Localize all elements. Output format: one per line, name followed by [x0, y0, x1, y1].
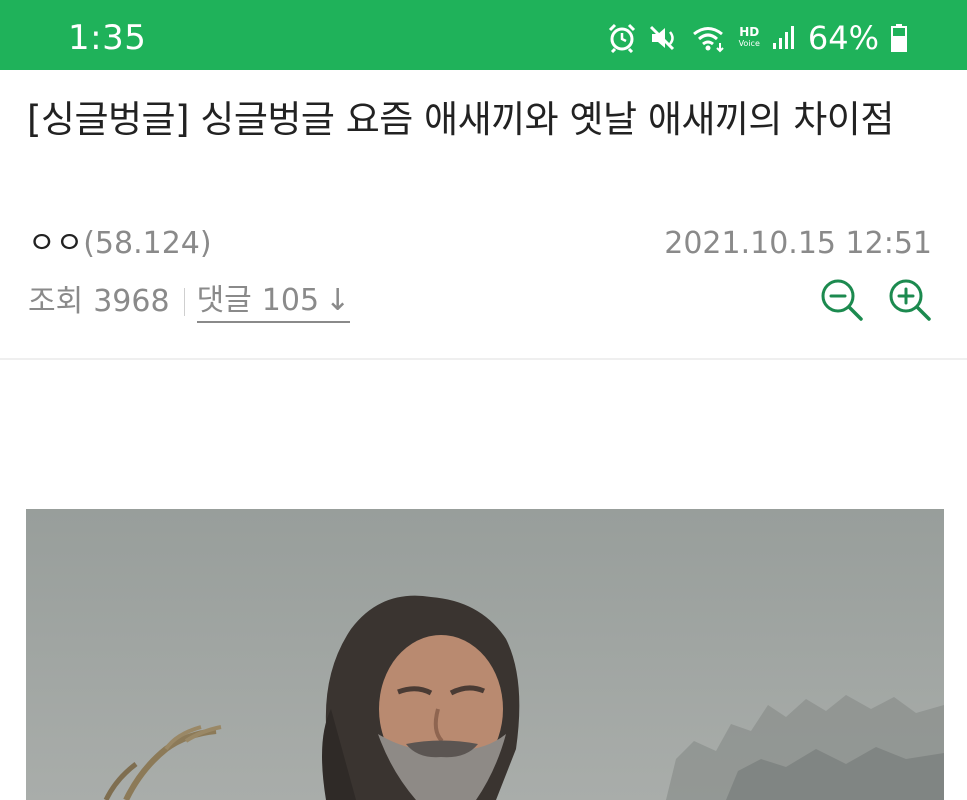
alarm-icon — [607, 23, 637, 53]
wifi-icon — [691, 23, 727, 53]
author-name: ㅇㅇ — [28, 226, 84, 261]
zoom-in-icon — [889, 279, 931, 321]
zoom-in-button[interactable] — [886, 276, 934, 324]
header-separator — [0, 358, 967, 360]
zoom-out-button[interactable] — [818, 276, 866, 324]
post-stats: 조회 3968 댓글 105 ↓ — [28, 280, 351, 324]
signal-icon — [772, 23, 796, 53]
post-author[interactable]: ㅇㅇ(58.124) — [28, 222, 212, 266]
post-image[interactable] — [26, 509, 944, 800]
status-icons: HD Voice 64% — [607, 18, 907, 58]
zoom-out-icon — [821, 279, 863, 321]
arrow-down-icon: ↓ — [325, 283, 351, 318]
comments-count: 105 — [261, 283, 320, 318]
post-title: [싱글벙글] 싱글벙글 요즘 애새끼와 옛날 애새끼의 차이점 — [27, 98, 894, 141]
hd-voice-icon: HD Voice — [738, 25, 760, 49]
status-time: 1:35 — [68, 18, 147, 58]
photo-old-man-with-beard — [26, 509, 944, 800]
author-ip: (58.124) — [83, 226, 212, 261]
views-label: 조회 — [28, 284, 84, 319]
stats-divider — [183, 288, 185, 316]
battery-icon — [891, 23, 907, 53]
hd-label: HD — [739, 25, 760, 39]
voice-label: Voice — [738, 39, 760, 48]
battery-percentage: 64% — [807, 19, 879, 57]
status-bar: 1:35 HD Voice 64% — [0, 0, 967, 70]
post-date: 2021.10.15 12:51 — [664, 226, 932, 261]
comments-label: 댓글 — [196, 283, 252, 318]
views-count: 3968 — [93, 284, 170, 319]
mute-icon — [649, 23, 679, 53]
comments-link[interactable]: 댓글 105 ↓ — [196, 281, 351, 323]
